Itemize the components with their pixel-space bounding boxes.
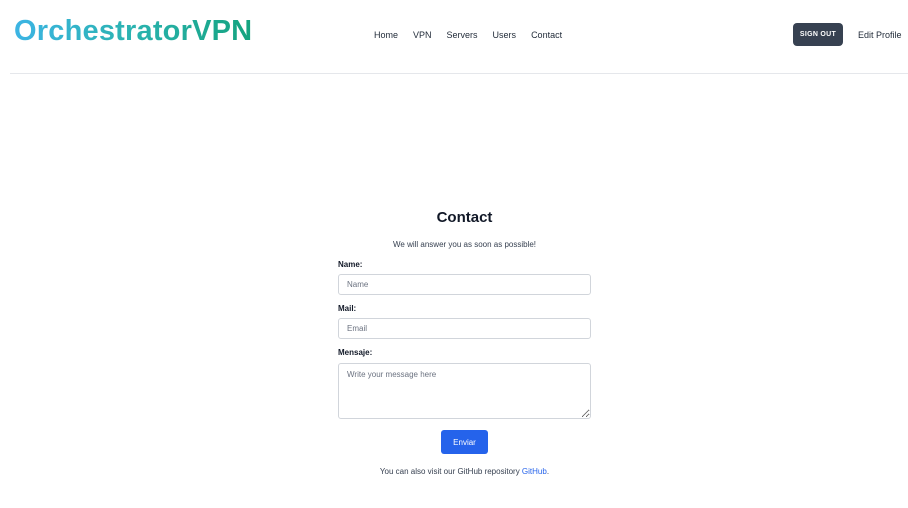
main-nav: Home VPN Servers Users Contact bbox=[374, 28, 577, 42]
nav-link-home[interactable]: Home bbox=[374, 28, 398, 42]
submit-button[interactable]: Enviar bbox=[441, 430, 488, 454]
header-divider bbox=[10, 73, 908, 74]
mail-label: Mail: bbox=[338, 304, 357, 313]
sign-out-button[interactable]: SIGN OUT bbox=[793, 23, 843, 46]
edit-profile-link[interactable]: Edit Profile bbox=[858, 29, 902, 41]
app-logo[interactable]: OrchestratorVPN bbox=[14, 12, 252, 50]
name-label: Name: bbox=[338, 260, 363, 269]
page-title: Contact bbox=[436, 209, 493, 226]
nav-link-servers[interactable]: Servers bbox=[447, 28, 478, 42]
github-note-end: . bbox=[546, 467, 550, 476]
message-label: Mensaje: bbox=[338, 348, 373, 357]
name-field[interactable] bbox=[338, 274, 591, 295]
nav-link-vpn[interactable]: VPN bbox=[413, 28, 432, 42]
page-subtitle: We will answer you as soon as possible! bbox=[392, 240, 537, 249]
email-field[interactable] bbox=[338, 318, 591, 339]
message-textarea[interactable] bbox=[338, 363, 591, 419]
nav-link-users[interactable]: Users bbox=[493, 28, 517, 42]
github-note: You can also visit our GitHub repository… bbox=[0, 466, 908, 478]
nav-link-contact[interactable]: Contact bbox=[531, 28, 562, 42]
github-link[interactable]: GitHub bbox=[522, 467, 547, 476]
top-navbar: OrchestratorVPN Home VPN Servers Users C… bbox=[0, 0, 908, 74]
github-note-text: You can also visit our GitHub repository bbox=[379, 467, 522, 476]
